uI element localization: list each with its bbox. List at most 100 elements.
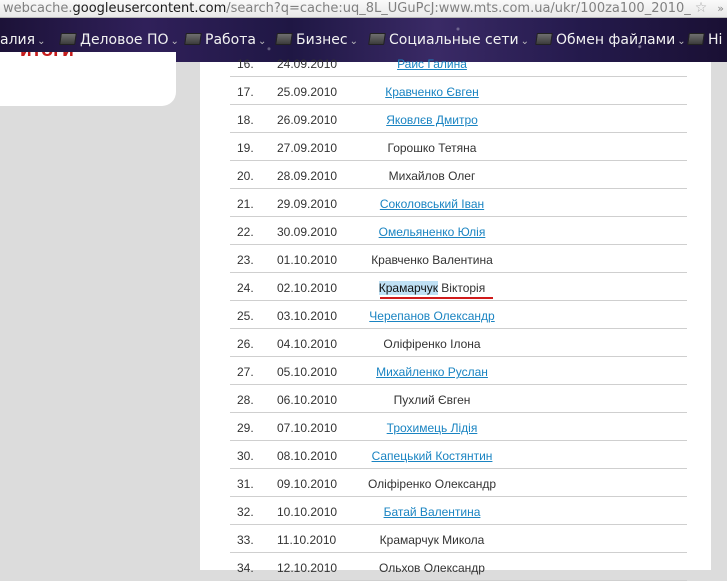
overflow-chevron-icon[interactable]: »	[717, 0, 724, 17]
winner-name: Горошко Тетяна	[387, 141, 477, 155]
url-text[interactable]: webcache.googleusercontent.com/search?q=…	[3, 0, 691, 17]
bookmark-folder-rabota[interactable]: Работа ⌄	[184, 31, 267, 49]
winner-name-rest: Вікторія	[437, 281, 486, 295]
table-row: 32. 10.10.2010 Батай Валентина	[230, 497, 687, 525]
winner-name-link[interactable]: Михайленко Руслан	[357, 365, 507, 379]
chevron-down-icon: ⌄	[349, 36, 359, 47]
folder-icon	[368, 33, 386, 45]
winner-name-link[interactable]: Раис Галина	[357, 57, 507, 71]
table-row: 28. 06.10.2010 Пухлий Євген	[230, 385, 687, 413]
url-path: /search?q=cache:uq_8L_UGuPcJ:www.mts.com…	[226, 1, 691, 16]
winner-name: Кравченко Валентина	[371, 253, 493, 267]
folder-icon	[275, 33, 293, 45]
bookmark-label: Деловое ПО	[80, 32, 169, 48]
bookmark-folder-hi[interactable]: Hi	[687, 31, 723, 49]
row-number: 32.	[237, 505, 254, 519]
row-number: 28.	[237, 393, 254, 407]
row-date: 27.09.2010	[277, 141, 338, 155]
bookmark-label: Социальные сети	[389, 32, 519, 48]
winner-name: Крамарчук Вікторія	[357, 281, 507, 299]
page-content: ИТОГИ 16. 24.09.2010 Раис Галина 17. 25.09.2…	[0, 52, 727, 581]
chevron-down-icon: ⌄	[170, 36, 179, 47]
folder-icon	[59, 33, 77, 45]
bookmark-folder-delovoe-po[interactable]: Деловое ПО ⌄	[59, 31, 179, 49]
address-bar[interactable]: webcache.googleusercontent.com/search?q=…	[0, 0, 727, 18]
row-number: 25.	[237, 309, 254, 323]
row-date: 29.09.2010	[277, 197, 338, 211]
table-row: 20. 28.09.2010 Михайлов Олег	[230, 161, 687, 189]
winner-name-link[interactable]: Яковлєв Дмитро	[357, 113, 507, 127]
bookmark-item-0[interactable]: алия ⌄	[0, 31, 45, 49]
table-row: 29. 07.10.2010 Трохимець Лідія	[230, 413, 687, 441]
table-row: 31. 09.10.2010 Оліфіренко Олександр	[230, 469, 687, 497]
row-date: 09.10.2010	[277, 477, 338, 491]
table-row: 22. 30.09.2010 Омельяненко Юлія	[230, 217, 687, 245]
row-date: 06.10.2010	[277, 393, 338, 407]
bookmark-folder-social[interactable]: Социальные сети ⌄	[368, 31, 529, 49]
table-row: 26. 04.10.2010 Оліфіренко Ілона	[230, 329, 687, 357]
winner-name-link[interactable]: Омельяненко Юлія	[357, 225, 507, 239]
results-panel: 16. 24.09.2010 Раис Галина 17. 25.09.2010 Кра…	[200, 57, 711, 581]
row-date: 11.10.2010	[277, 533, 337, 547]
chevron-down-icon: ⌄	[257, 36, 267, 47]
table-row: 33. 11.10.2010 Крамарчук Микола	[230, 525, 687, 553]
winner-name-link[interactable]: Кравченко Євген	[357, 85, 507, 99]
row-number: 26.	[237, 337, 254, 351]
table-row: 18. 26.09.2010 Яковлєв Дмитро	[230, 105, 687, 133]
table-row: 30. 08.10.2010 Сапецький Костянтин	[230, 441, 687, 469]
folder-icon	[535, 33, 553, 45]
bookmark-star-icon[interactable]: ☆	[693, 0, 709, 17]
folder-icon	[184, 33, 202, 45]
row-number: 29.	[237, 421, 254, 435]
winner-name: Оліфіренко Ілона	[383, 337, 481, 351]
bookmark-label: Работа	[205, 32, 256, 48]
winner-name: Ольхов Олександр	[379, 561, 485, 575]
url-host: googleusercontent.com	[72, 1, 227, 16]
bookmark-label: Обмен файлами	[556, 32, 676, 48]
row-number: 22.	[237, 225, 254, 239]
row-number: 16.	[237, 57, 254, 71]
winner-name-link[interactable]: Соколовський Іван	[357, 197, 507, 211]
winner-name: Пухлий Євген	[393, 393, 471, 407]
bookmark-label: алия	[0, 32, 36, 48]
row-number: 24.	[237, 281, 254, 295]
winner-name: Оліфіренко Олександр	[367, 477, 496, 491]
row-date: 12.10.2010	[277, 561, 338, 575]
left-box-title: ИТОГИ	[20, 52, 74, 60]
row-number: 27.	[237, 365, 254, 379]
row-date: 03.10.2010	[277, 309, 338, 323]
url-prefix: webcache.	[3, 1, 73, 16]
winner-name-link[interactable]: Сапецький Костянтин	[357, 449, 507, 463]
row-number: 30.	[237, 449, 254, 463]
row-date: 01.10.2010	[277, 253, 338, 267]
bookmark-folder-biznes[interactable]: Бизнес ⌄	[275, 31, 359, 49]
bookmark-folder-file-exchange[interactable]: Обмен файлами ⌄	[535, 31, 686, 49]
winner-name-link[interactable]: Батай Валентина	[357, 505, 507, 519]
bookmark-label: Hi	[708, 32, 723, 48]
table-row: 25. 03.10.2010 Черепанов Олександр	[230, 301, 687, 329]
left-info-box: ИТОГИ	[0, 52, 176, 106]
winner-name: Крамарчук Микола	[379, 533, 485, 547]
row-date: 08.10.2010	[277, 449, 338, 463]
table-row: 27. 05.10.2010 Михайленко Руслан	[230, 357, 687, 385]
row-number: 20.	[237, 169, 254, 183]
row-date: 07.10.2010	[277, 421, 338, 435]
winner-name-link[interactable]: Черепанов Олександр	[357, 309, 507, 323]
row-date: 05.10.2010	[277, 365, 338, 379]
row-number: 31.	[237, 477, 254, 491]
row-date: 28.09.2010	[277, 169, 338, 183]
row-number: 17.	[237, 85, 254, 99]
row-number: 19.	[237, 141, 254, 155]
chevron-down-icon: ⌄	[677, 36, 686, 47]
row-number: 33.	[237, 533, 254, 547]
row-date: 10.10.2010	[277, 505, 338, 519]
row-number: 21.	[237, 197, 254, 211]
winner-name: Михайлов Олег	[388, 169, 476, 183]
table-row: 21. 29.09.2010 Соколовський Іван	[230, 189, 687, 217]
winner-name-link[interactable]: Трохимець Лідія	[357, 421, 507, 435]
table-row: 23. 01.10.2010 Кравченко Валентина	[230, 245, 687, 273]
highlighted-search-term: Крамарчук	[378, 281, 438, 295]
table-row: 16. 24.09.2010 Раис Галина	[230, 49, 687, 77]
row-date: 04.10.2010	[277, 337, 338, 351]
row-number: 34.	[237, 561, 254, 575]
